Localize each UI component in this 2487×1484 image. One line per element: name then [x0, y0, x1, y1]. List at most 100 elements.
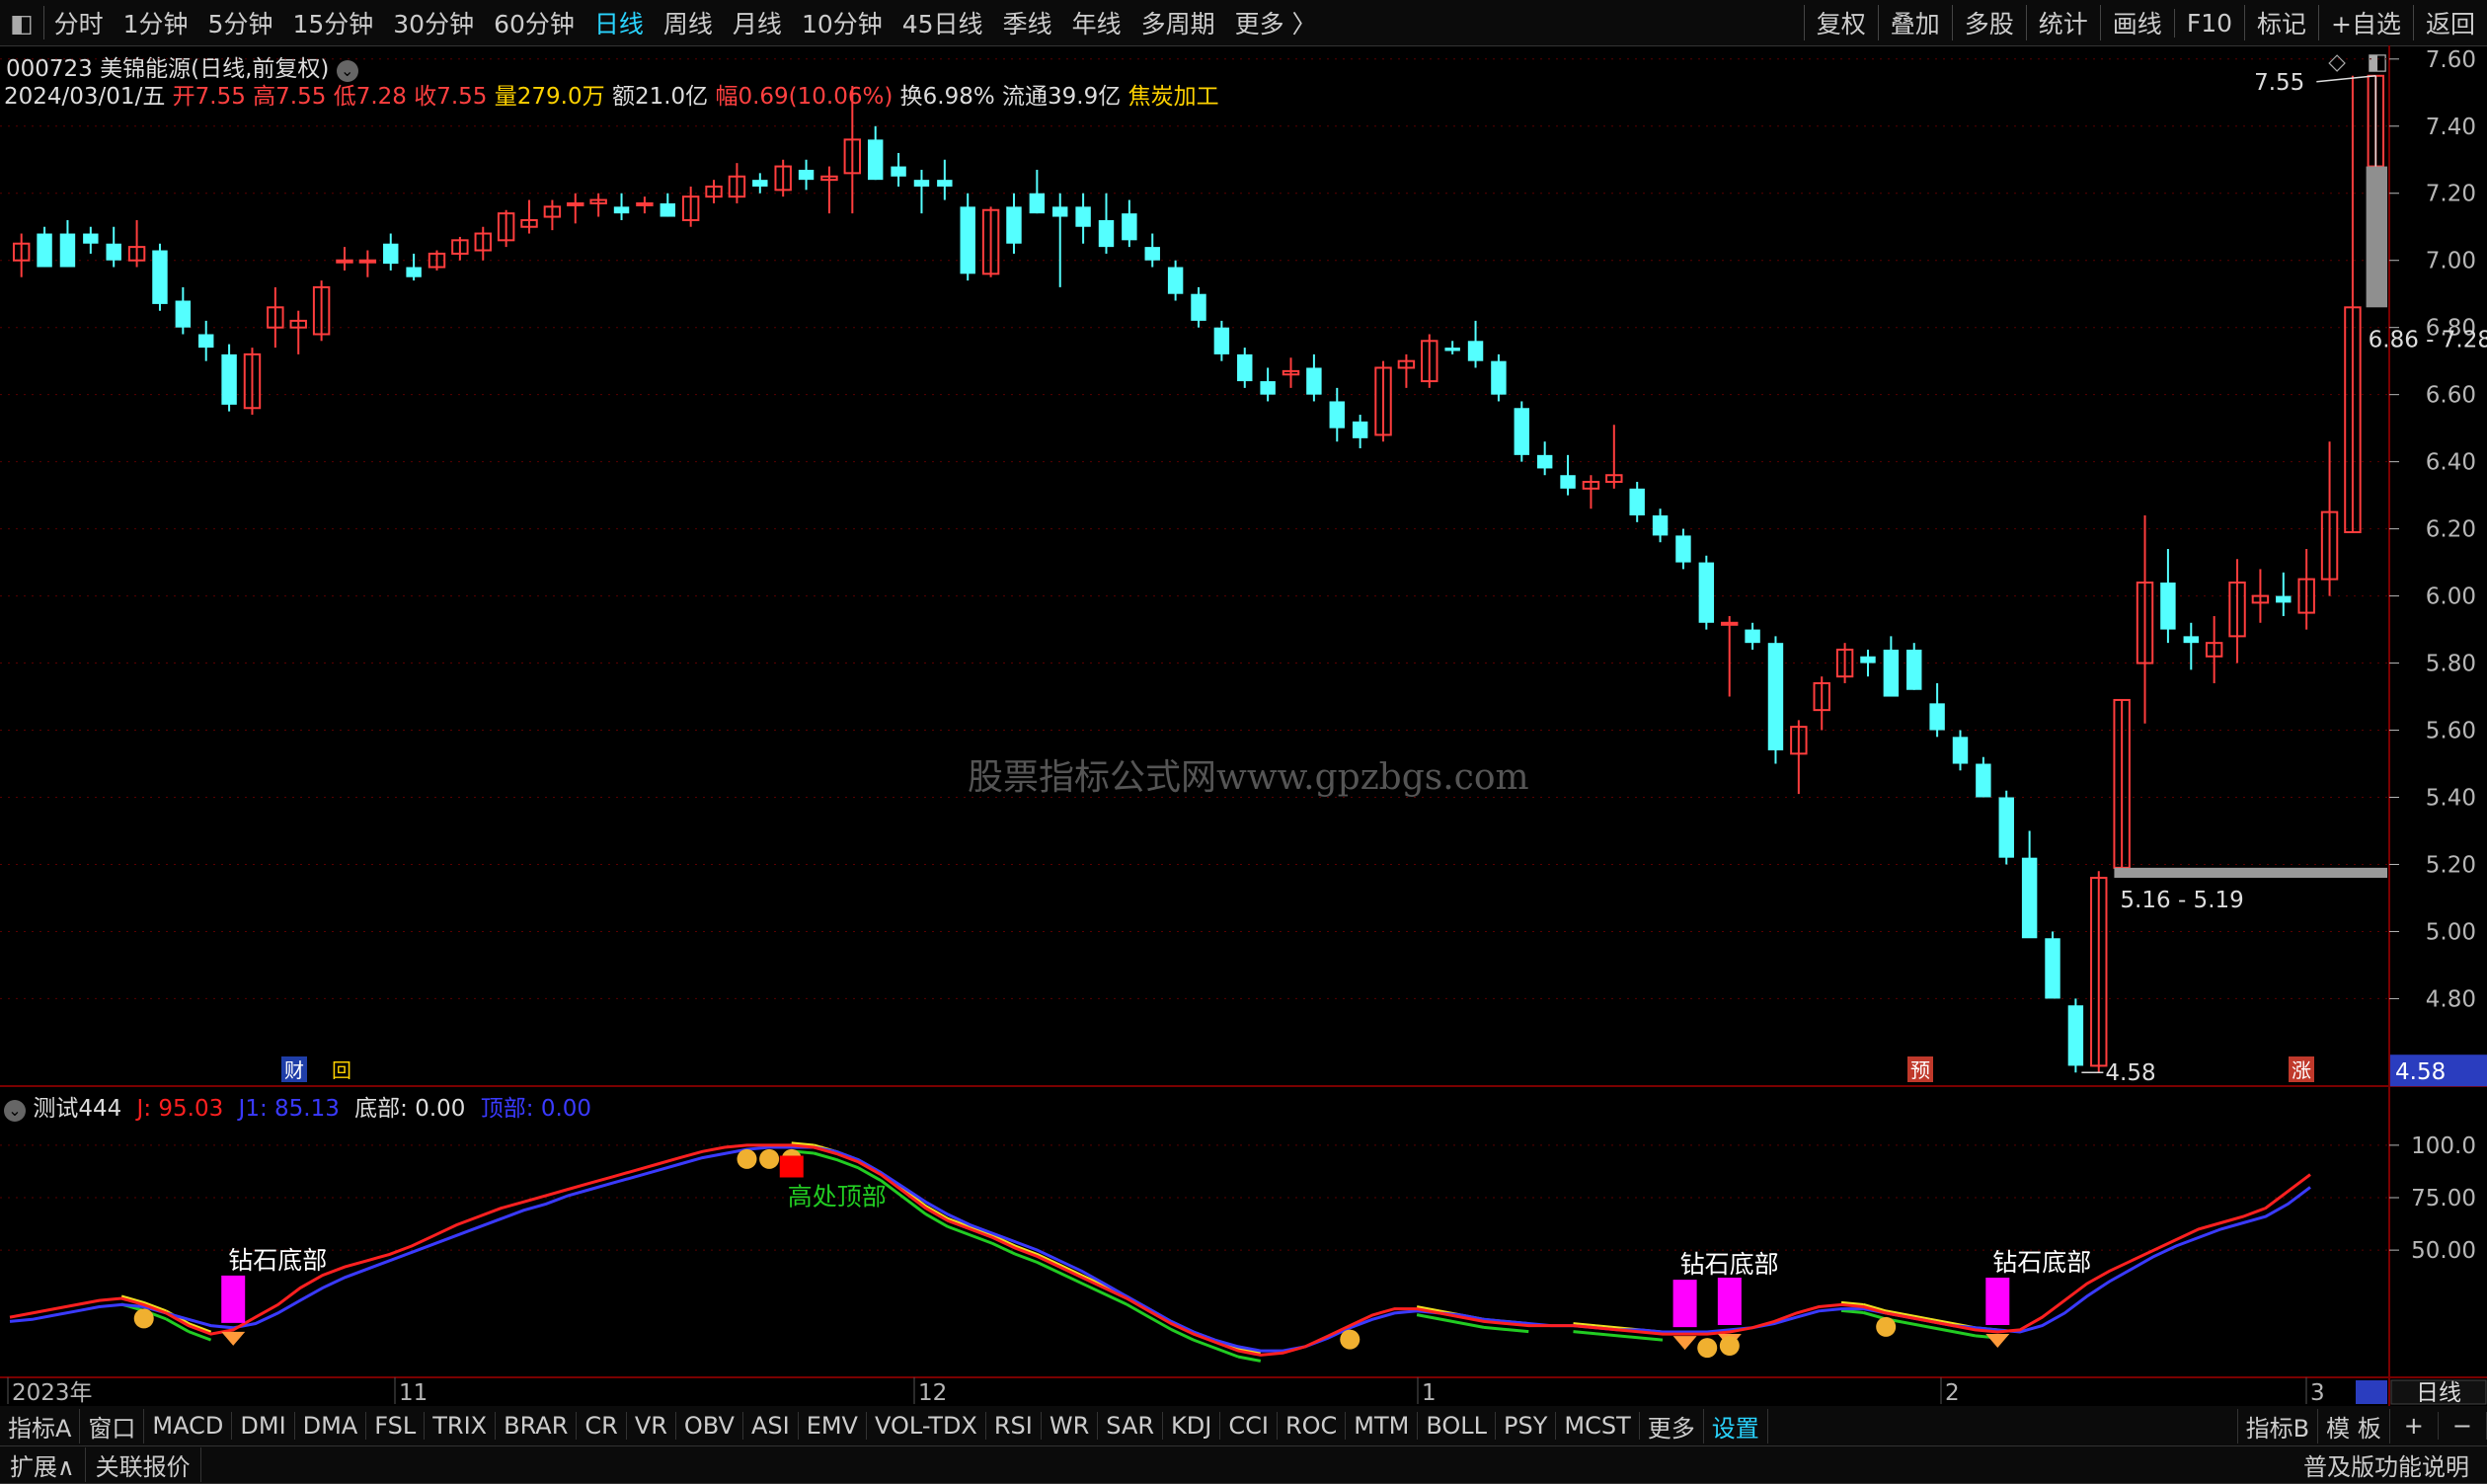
diamond-icon [221, 1331, 246, 1346]
indicator-tab[interactable]: PSY [1496, 1412, 1557, 1440]
diamond-bottom-label: 钻石底部 [1680, 1250, 1779, 1279]
price-tick-label: 5.80 [2426, 652, 2476, 677]
indicator-tab[interactable]: WR [1042, 1412, 1099, 1440]
money-bag-icon [1697, 1338, 1718, 1359]
template-tab[interactable]: 模 板 [2318, 1408, 2390, 1444]
candle-body [2276, 595, 2292, 603]
indicator-tab[interactable]: 窗口 [80, 1408, 145, 1444]
candle-body [175, 300, 192, 328]
candle-body [1191, 293, 1206, 321]
zoom-in-button[interactable]: + [2390, 1412, 2439, 1440]
candle-body [613, 206, 630, 214]
candle-body [1514, 408, 1530, 455]
legend-j: J: 95.03 [136, 1096, 224, 1122]
candle-body [406, 267, 422, 277]
candle-body [2067, 1005, 2084, 1066]
candle-body [1237, 353, 1253, 382]
money-bag-icon [1719, 1336, 1740, 1356]
candle-body [567, 201, 584, 206]
candle-body [37, 233, 52, 268]
candle-body [1560, 475, 1576, 489]
edition-info-link[interactable]: 普及版功能说明 [2293, 1447, 2479, 1482]
indicator-tab[interactable]: CR [577, 1412, 627, 1440]
indicator-tabs: 指标A 窗口 MACD DMI DMA FSL TRIX BRAR CR VR … [0, 1406, 2487, 1446]
indicator-tick-label: 100.0 [2411, 1133, 2476, 1159]
indicator-tab[interactable]: 更多 [1640, 1408, 1704, 1444]
indicator-tab[interactable]: CCI [1220, 1412, 1278, 1440]
indicator-tab[interactable]: DMA [295, 1412, 367, 1440]
indicator-tab[interactable]: RSI [986, 1412, 1042, 1440]
candle-body [2160, 582, 2176, 630]
price-tick-label: 7.20 [2426, 182, 2476, 207]
indicator-tab[interactable]: ROC [1278, 1412, 1347, 1440]
indicator-tab-settings[interactable]: 设置 [1704, 1408, 1768, 1444]
candle-body [1536, 454, 1553, 469]
diamond-bottom-label: 钻石底部 [1992, 1248, 2091, 1277]
price-tick-label: 5.60 [2426, 719, 2476, 744]
price-tick-label: 7.60 [2426, 47, 2476, 73]
indicator-tab[interactable]: BRAR [496, 1412, 578, 1440]
indicator-tab[interactable]: ASI [743, 1412, 799, 1440]
price-tick-label: 4.80 [2426, 986, 2476, 1012]
related-quotes-button[interactable]: 关联报价 [86, 1447, 201, 1482]
indicator-tab[interactable]: VR [627, 1412, 676, 1440]
indicator-tab[interactable]: SAR [1098, 1412, 1164, 1440]
candle-body [1306, 367, 1322, 395]
legend-j1: J1: 85.13 [238, 1096, 340, 1122]
period-box-label: 日线 [2416, 1380, 2461, 1406]
candle-body [1444, 348, 1460, 351]
candle-body [1883, 649, 1900, 697]
indicator-tab[interactable]: VOL-TDX [867, 1412, 986, 1440]
watermark: 股票指标公式网www.gpzbgs.com [968, 757, 1529, 798]
money-bag-icon [737, 1148, 757, 1169]
candle-body [1352, 421, 1368, 438]
indicator-collapse-icon[interactable]: ⌄ [4, 1100, 26, 1122]
indicator-tab[interactable]: MCST [1556, 1412, 1640, 1440]
candle-body [383, 243, 399, 265]
indicator-tab[interactable]: 指标A [0, 1408, 81, 1444]
indicator-tab[interactable]: FSL [366, 1412, 426, 1440]
indicator-tab[interactable]: MACD [144, 1412, 233, 1440]
candle-body [358, 259, 377, 264]
money-bag-icon [1340, 1329, 1360, 1350]
money-bag-icon [1876, 1316, 1897, 1337]
candle-body [1976, 763, 1991, 798]
candle-body [1929, 703, 1945, 731]
indicator-tab[interactable]: OBV [676, 1412, 743, 1440]
top-signal-label: 高处顶部 [788, 1183, 887, 1211]
candle-body [1029, 193, 1046, 214]
indicator-tab[interactable]: TRIX [425, 1412, 497, 1440]
candle-body [1075, 206, 1091, 227]
diamond-bottom-bar [1672, 1280, 1697, 1328]
indicator-name[interactable]: 测试444 [33, 1096, 121, 1122]
indicator-tab[interactable]: DMI [232, 1412, 295, 1440]
price-tick-label: 5.00 [2426, 919, 2476, 945]
indicator-right-tabs: 指标B 模 板 + − [2236, 1406, 2487, 1445]
time-tick-label: 2023年 [12, 1380, 93, 1406]
candle-body [1052, 206, 1068, 217]
indicator-tab[interactable]: KDJ [1163, 1412, 1221, 1440]
expand-button[interactable]: 扩展∧ [0, 1447, 86, 1482]
price-tick-label: 7.40 [2426, 115, 2476, 140]
candle-body [1745, 629, 1760, 644]
candle-body [59, 233, 76, 268]
zoom-out-button[interactable]: − [2439, 1412, 2487, 1440]
price-tick-label: 7.00 [2426, 249, 2476, 274]
indicator-tab[interactable]: BOLL [1418, 1412, 1497, 1440]
candle-body [1213, 327, 1230, 354]
indicator-b-tab[interactable]: 指标B [2236, 1408, 2319, 1444]
indicator-tab[interactable]: EMV [799, 1412, 867, 1440]
gap-box-lower [2114, 867, 2387, 879]
return-marker-label: 回 [332, 1058, 351, 1082]
indicator-tick-label: 75.00 [2411, 1186, 2476, 1211]
candle-body [1144, 247, 1160, 261]
indicator-tab[interactable]: MTM [1346, 1412, 1419, 1440]
price-tick-label: 6.20 [2426, 517, 2476, 543]
candle-body [1998, 797, 2014, 858]
candle-body [2183, 636, 2199, 644]
candle-body [1652, 515, 1669, 536]
time-tick-label: 12 [918, 1380, 947, 1406]
scroll-handle [2356, 1380, 2387, 1404]
price-tick-label: 6.00 [2426, 585, 2476, 610]
candle-body [960, 206, 975, 274]
